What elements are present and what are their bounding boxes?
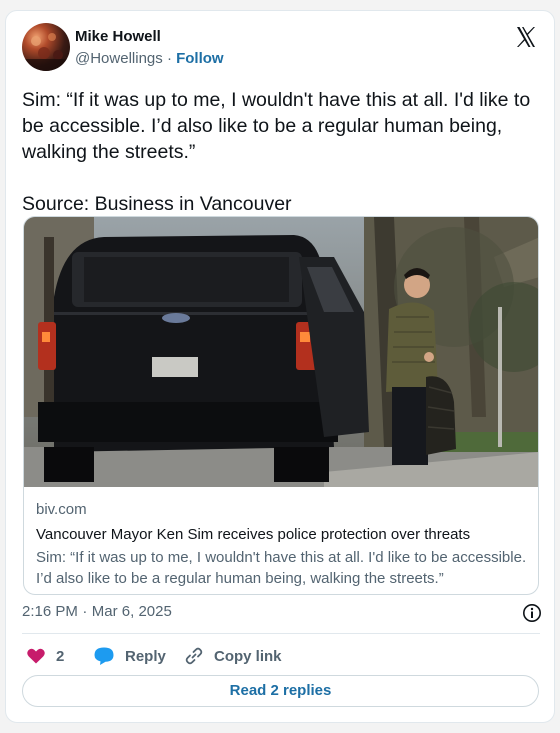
handle-separator: ·: [166, 50, 172, 67]
link-preview-image: [24, 217, 538, 487]
tweet-date[interactable]: Mar 6, 2025: [92, 603, 172, 620]
copy-link-button[interactable]: Copy link: [184, 641, 282, 671]
follow-button[interactable]: Follow: [176, 50, 224, 67]
link-icon: [185, 647, 203, 665]
tweet-header: Mike Howell @Howellings · Follow: [22, 23, 538, 73]
tweet-time[interactable]: 2:16 PM: [22, 603, 78, 620]
copy-link-label: Copy link: [214, 647, 282, 665]
reply-button[interactable]: Reply: [93, 641, 166, 671]
divider: [22, 633, 540, 634]
author-handle-line: @Howellings · Follow: [75, 50, 224, 67]
x-logo-icon[interactable]: [514, 25, 538, 49]
info-icon[interactable]: [522, 603, 542, 623]
heart-icon: [27, 648, 45, 664]
link-preview-card[interactable]: biv.com Vancouver Mayor Ken Sim receives…: [23, 216, 539, 595]
link-domain: biv.com: [36, 501, 87, 518]
time-separator: ·: [82, 603, 88, 620]
link-preview-meta: biv.com Vancouver Mayor Ken Sim receives…: [36, 501, 532, 589]
like-count: 2: [56, 647, 65, 665]
tweet-text: Sim: “If it was up to me, I wouldn't hav…: [22, 89, 531, 215]
action-bar: 2 Reply Copy link: [22, 641, 542, 671]
like-button[interactable]: 2: [26, 641, 64, 671]
author-avatar[interactable]: [22, 23, 70, 71]
tweet-card: Mike Howell @Howellings · Follow Sim: “I…: [5, 10, 555, 723]
author-name[interactable]: Mike Howell: [75, 28, 161, 45]
read-replies-button[interactable]: Read 2 replies: [22, 675, 539, 707]
reply-label: Reply: [125, 647, 166, 665]
author-handle[interactable]: @Howellings: [75, 50, 163, 67]
link-description: Sim: “If it was up to me, I wouldn't hav…: [36, 549, 527, 587]
timestamp-row: 2:16 PM · Mar 6, 2025: [22, 603, 542, 625]
speech-bubble-icon: [94, 647, 114, 665]
link-title[interactable]: Vancouver Mayor Ken Sim receives police …: [36, 526, 532, 543]
